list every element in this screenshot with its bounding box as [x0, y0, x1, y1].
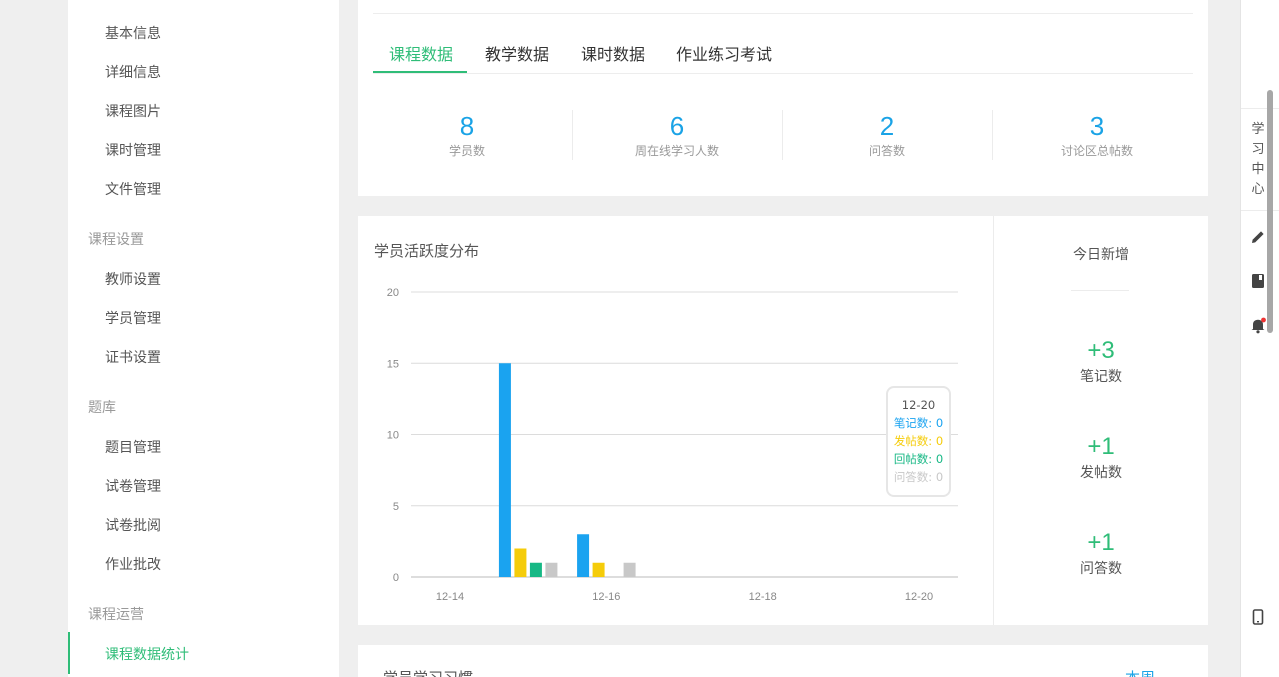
sidebar-item-question-manage[interactable]: 题目管理 [105, 437, 161, 457]
notebook-icon[interactable] [1249, 272, 1267, 290]
study-habits-title: 学员学习习惯 [383, 667, 473, 677]
scrollbar[interactable] [1267, 90, 1273, 333]
sidebar-item-basic-info[interactable]: 基本信息 [105, 23, 161, 43]
rail-char: 习 [1251, 142, 1265, 157]
sidebar-group-question-bank: 题库 [88, 400, 116, 416]
tab-course-data[interactable]: 课程数据 [389, 41, 453, 65]
tabs-divider [373, 73, 1193, 74]
today-label: 发帖数 [1080, 465, 1122, 481]
y-tick-label: 0 [393, 572, 399, 584]
study-habits-card: 学员学习习惯 本周 [358, 645, 1208, 677]
today-value: +1 [1087, 529, 1115, 556]
sidebar-item-homework-review[interactable]: 作业批改 [105, 554, 161, 574]
bar-12-15-s2 [529, 562, 542, 577]
sidebar-group-course-settings: 课程设置 [88, 232, 144, 248]
stat-label: 周在线学习人数 [634, 144, 719, 158]
bar-12-15-s0 [498, 363, 511, 577]
today-value: +3 [1087, 337, 1115, 364]
mobile-icon[interactable] [1249, 608, 1267, 626]
stat-label: 学员数 [448, 144, 485, 158]
stat-students: 8 学员数 [362, 110, 572, 159]
y-tick-label: 15 [387, 358, 399, 370]
bell-icon[interactable] [1249, 316, 1267, 334]
sidebar-item-lesson-manage[interactable]: 课时管理 [105, 140, 161, 160]
y-tick-label: 20 [387, 287, 399, 299]
bar-12-15-s3 [545, 562, 558, 577]
bar-12-15-s1 [514, 548, 527, 577]
x-tick-label: 12-20 [905, 591, 933, 603]
tooltip-row-replies: 回帖数: 0 [893, 452, 944, 466]
tab-lesson-data[interactable]: 课时数据 [581, 41, 645, 65]
stat-value: 8 [459, 111, 475, 141]
today-new-title: 今日新增 [1073, 247, 1129, 263]
rail-char: 心 [1251, 182, 1265, 197]
sidebar-item-course-stats[interactable]: 课程数据统计 [105, 644, 189, 664]
stat-value: 6 [669, 111, 685, 141]
x-tick-label: 12-14 [436, 591, 464, 603]
divider [373, 13, 1193, 14]
stat-value: 3 [1089, 111, 1105, 141]
tab-teaching-data[interactable]: 教学数据 [485, 41, 549, 65]
today-value: +1 [1087, 433, 1115, 460]
sidebar-item-paper-manage[interactable]: 试卷管理 [105, 476, 161, 496]
pencil-icon[interactable] [1249, 228, 1267, 246]
rail-char: 中 [1251, 162, 1265, 177]
bar-12-16-s1 [592, 562, 605, 577]
sidebar-item-detail-info[interactable]: 详细信息 [105, 62, 161, 82]
today-label: 笔记数 [1080, 369, 1122, 385]
x-tick-label: 12-16 [592, 591, 620, 603]
bar-12-16-s0 [577, 534, 590, 577]
activity-chart-card: 学员活跃度分布 0 5 10 15 20 12-14 12-16 12-18 12-20 12-… [358, 216, 1208, 625]
learning-center-link[interactable]: 学 习 中 心 [1251, 120, 1265, 200]
stat-value: 2 [879, 111, 895, 141]
stat-weekly-online: 6 周在线学习人数 [572, 110, 782, 159]
sidebar-item-course-image[interactable]: 课程图片 [105, 101, 161, 121]
active-indicator [68, 632, 70, 674]
course-data-card: 课程数据 教学数据 课时数据 作业练习考试 8 学员数 6 周在线学习人数 2 … [358, 0, 1208, 196]
divider [1241, 210, 1279, 211]
divider [1241, 108, 1279, 109]
today-answers: +1 问答数 [994, 528, 1208, 578]
tab-homework-exam[interactable]: 作业练习考试 [676, 41, 772, 65]
sidebar-item-file-manage[interactable]: 文件管理 [105, 179, 161, 199]
today-notes: +3 笔记数 [994, 336, 1208, 386]
tooltip-row-answers: 问答数: 0 [893, 470, 944, 484]
this-week-link[interactable]: 本周 [1125, 667, 1155, 677]
today-posts: +1 发帖数 [994, 432, 1208, 482]
chart-tooltip: 12-20 笔记数: 0 发帖数: 0 回帖数: 0 问答数: 0 [886, 386, 951, 497]
tooltip-date: 12-20 [901, 398, 936, 412]
sidebar-item-certificate-settings[interactable]: 证书设置 [105, 347, 161, 367]
sidebar-item-teacher-settings[interactable]: 教师设置 [105, 269, 161, 289]
bar-12-16-s3 [623, 562, 636, 577]
y-tick-label: 5 [393, 501, 399, 513]
right-toolbar: 学 习 中 心 [1240, 0, 1279, 677]
sidebar-item-student-manage[interactable]: 学员管理 [105, 308, 161, 328]
stat-questions: 2 问答数 [782, 110, 992, 159]
today-label: 问答数 [1080, 561, 1122, 577]
rail-char: 学 [1251, 122, 1265, 137]
tooltip-row-notes: 笔记数: 0 [893, 416, 944, 430]
x-tick-label: 12-18 [749, 591, 777, 603]
tooltip-row-posts: 发帖数: 0 [893, 434, 944, 448]
stat-label: 讨论区总帖数 [1060, 144, 1133, 158]
stat-forum-posts: 3 讨论区总帖数 [992, 110, 1202, 159]
active-tab-underline [373, 71, 467, 73]
y-tick-label: 10 [387, 430, 399, 442]
sidebar-group-course-operation: 课程运营 [88, 607, 144, 623]
sidebar-item-paper-review[interactable]: 试卷批阅 [105, 515, 161, 535]
stat-label: 问答数 [868, 144, 905, 158]
divider [1071, 290, 1129, 291]
course-sidebar: 基本信息 详细信息 课程图片 课时管理 文件管理 课程设置 教师设置 学员管理 … [68, 0, 339, 677]
